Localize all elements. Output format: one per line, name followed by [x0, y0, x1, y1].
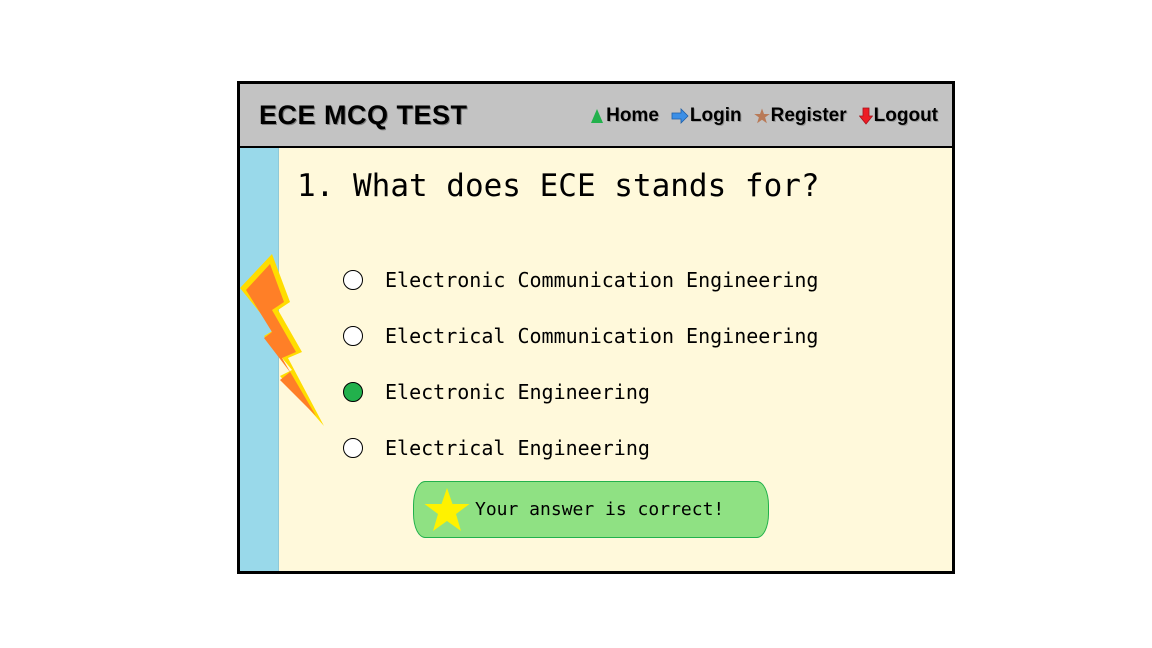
result-banner: Your answer is correct!: [413, 481, 769, 538]
option-row-4[interactable]: Electrical Engineering: [343, 420, 818, 476]
quiz-window: ECE MCQ TEST Home Login Register Logout …: [237, 81, 955, 574]
option-row-2[interactable]: Electrical Communication Engineering: [343, 308, 818, 364]
option-3-label[interactable]: Electronic Engineering: [385, 380, 650, 404]
nav-login-label: Login: [689, 105, 742, 126]
header-bar: ECE MCQ TEST Home Login Register Logout: [240, 84, 952, 148]
option-row-3[interactable]: Electronic Engineering: [343, 364, 818, 420]
nav-home-link[interactable]: Home: [589, 105, 659, 127]
login-right-arrow-icon: [671, 108, 689, 124]
question-text: 1. What does ECE stands for?: [297, 168, 820, 204]
option-3-radio-selected[interactable]: [343, 382, 363, 402]
option-2-radio[interactable]: [343, 326, 363, 346]
logout-down-arrow-icon: [858, 107, 873, 125]
nav-logout-link[interactable]: Logout: [858, 105, 938, 127]
nav-register-link[interactable]: Register: [753, 105, 847, 127]
option-4-label[interactable]: Electrical Engineering: [385, 436, 650, 460]
app-title: ECE MCQ TEST: [259, 100, 468, 130]
option-2-label[interactable]: Electrical Communication Engineering: [385, 324, 818, 348]
option-4-radio[interactable]: [343, 438, 363, 458]
answer-options: Electronic Communication Engineering Ele…: [343, 252, 818, 476]
register-star-icon: [753, 108, 770, 124]
nav-logout-label: Logout: [873, 105, 938, 126]
nav-menu: Home Login Register Logout: [589, 105, 938, 127]
result-message: Your answer is correct!: [475, 499, 725, 520]
home-up-triangle-icon: [591, 109, 604, 123]
option-1-label[interactable]: Electronic Communication Engineering: [385, 268, 818, 292]
nav-home-label: Home: [606, 105, 659, 126]
option-row-1[interactable]: Electronic Communication Engineering: [343, 252, 818, 308]
nav-login-link[interactable]: Login: [671, 105, 742, 127]
nav-register-label: Register: [770, 105, 847, 126]
option-1-radio[interactable]: [343, 270, 363, 290]
lightning-bolt-icon: [240, 254, 324, 426]
result-star-icon: [424, 487, 470, 531]
